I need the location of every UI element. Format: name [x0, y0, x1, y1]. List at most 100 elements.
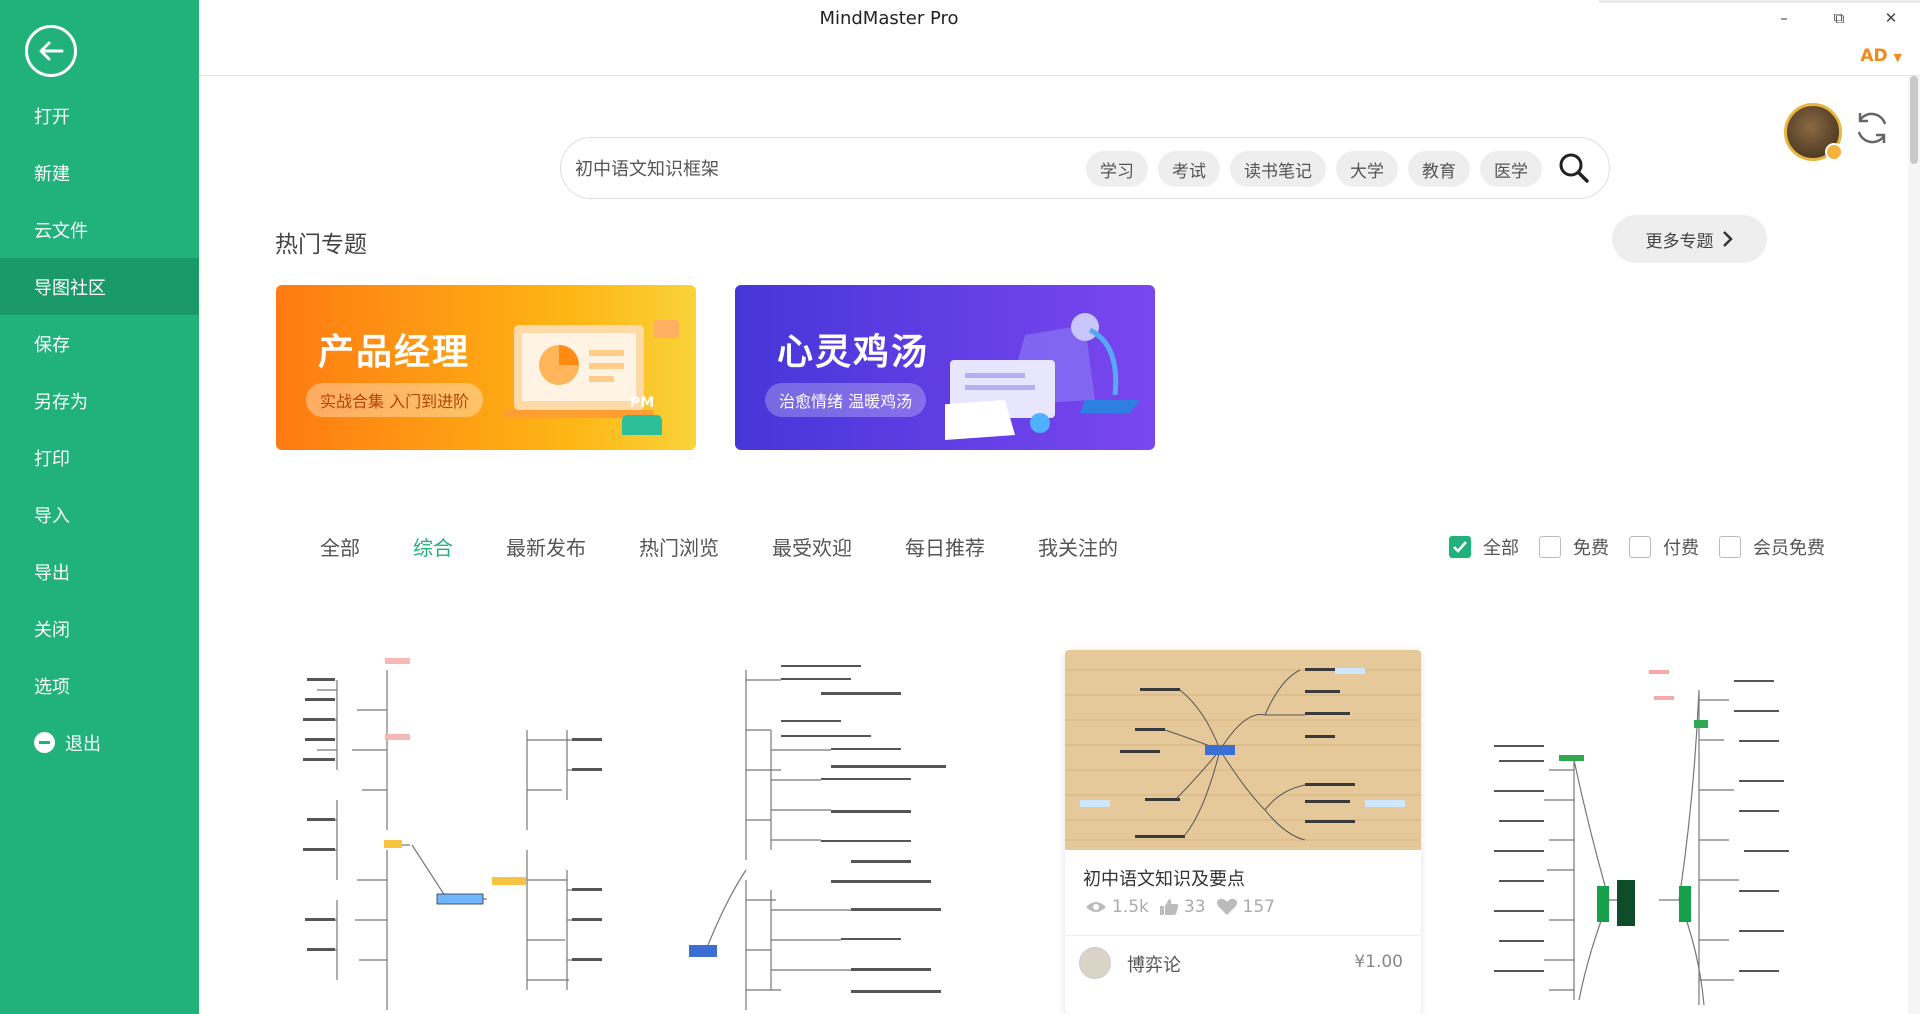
- search-tag[interactable]: 医学: [1480, 151, 1542, 187]
- mindmap-card[interactable]: [671, 650, 1027, 1014]
- more-topics-button[interactable]: 更多专题: [1612, 215, 1767, 263]
- tab-most-liked[interactable]: 最受欢迎: [772, 532, 852, 561]
- category-tabs: 全部 综合 最新发布 热门浏览 最受欢迎 每日推荐 我关注的: [320, 532, 1171, 561]
- banner-soul-soup[interactable]: 心灵鸡汤 治愈情绪 温暖鸡汤: [735, 285, 1155, 450]
- mindmap-card[interactable]: [277, 650, 633, 1014]
- mindmap-thumbnail: [1065, 650, 1421, 850]
- tab-comprehensive[interactable]: 综合: [413, 532, 453, 561]
- search-bar: 学习 考试 读书笔记 大学 教育 医学: [560, 137, 1610, 199]
- hot-topics-title: 热门专题: [275, 232, 367, 258]
- tab-all[interactable]: 全部: [320, 532, 360, 561]
- sidebar-item-label: 导入: [34, 505, 70, 527]
- tab-following[interactable]: 我关注的: [1038, 532, 1118, 561]
- user-avatar[interactable]: [1784, 103, 1843, 161]
- sidebar: 打开 新建 云文件 导图社区 保存 另存为 打印 导入 导出 关闭 选项 退出: [0, 0, 199, 1014]
- scroll-thumb[interactable]: [1910, 76, 1918, 164]
- mindmap-card[interactable]: 初中语文知识及要点 1.5k 33 157 博弈论 ¥1.00: [1065, 650, 1421, 1014]
- sync-icon[interactable]: [1852, 108, 1892, 148]
- sidebar-item-exit[interactable]: 退出: [0, 714, 199, 771]
- checkbox[interactable]: [1629, 536, 1651, 558]
- sidebar-item-label: 新建: [34, 163, 70, 185]
- filter-label: 付费: [1663, 538, 1699, 559]
- views-count: 1.5k: [1112, 897, 1149, 917]
- banner-title: 产品经理: [318, 332, 471, 373]
- popup-shadow: [1599, 0, 1920, 3]
- mindmap-thumbnail: [303, 658, 602, 1010]
- views-stat: 1.5k: [1085, 897, 1149, 917]
- title-bar: MindMaster Pro – ⧉ ✕ AD ▼: [199, 0, 1920, 76]
- search-icon[interactable]: [1557, 151, 1591, 185]
- close-button[interactable]: ✕: [1876, 6, 1906, 30]
- sidebar-item-save[interactable]: 保存: [0, 315, 199, 372]
- sidebar-item-save-as[interactable]: 另存为: [0, 372, 199, 429]
- sidebar-item-label: 选项: [34, 676, 70, 698]
- sidebar-item-print[interactable]: 打印: [0, 429, 199, 486]
- sidebar-item-community[interactable]: 导图社区: [0, 258, 199, 315]
- search-input[interactable]: [573, 151, 1073, 185]
- more-topics-label: 更多专题: [1645, 231, 1714, 252]
- search-tag[interactable]: 学习: [1086, 151, 1148, 187]
- sidebar-item-label: 关闭: [34, 619, 70, 641]
- restore-button[interactable]: ⧉: [1824, 6, 1854, 30]
- laptop-chart-illustration: [504, 320, 679, 435]
- vip-badge-icon: [1825, 143, 1843, 161]
- search-tag[interactable]: 考试: [1158, 151, 1220, 187]
- back-arrow-icon[interactable]: [25, 25, 77, 77]
- filter-label: 免费: [1573, 538, 1609, 559]
- sidebar-item-label: 云文件: [34, 220, 88, 242]
- search-tag[interactable]: 教育: [1408, 151, 1470, 187]
- filter-all[interactable]: 全部: [1449, 534, 1519, 560]
- mindmap-card[interactable]: [1459, 650, 1815, 1014]
- chevron-right-icon: [1722, 231, 1733, 247]
- mindmap-thumbnail: [689, 665, 946, 1010]
- search-tag[interactable]: 读书笔记: [1230, 151, 1326, 187]
- sidebar-item-label: 另存为: [34, 391, 88, 413]
- mindmap-thumbnail: [1494, 670, 1789, 1006]
- author-name[interactable]: 博弈论: [1127, 951, 1181, 977]
- sidebar-item-open[interactable]: 打开: [0, 87, 199, 144]
- sidebar-item-label: 导图社区: [34, 277, 106, 299]
- filter-label: 会员免费: [1753, 538, 1825, 559]
- exit-icon: [34, 732, 55, 753]
- sidebar-menu: 打开 新建 云文件 导图社区 保存 另存为 打印 导入 导出 关闭 选项 退出: [0, 87, 199, 771]
- app-title: MindMaster Pro: [819, 8, 959, 29]
- sidebar-item-options[interactable]: 选项: [0, 657, 199, 714]
- sidebar-item-import[interactable]: 导入: [0, 486, 199, 543]
- filter-free[interactable]: 免费: [1539, 534, 1609, 560]
- check-icon: [1453, 541, 1467, 553]
- banner-product-manager[interactable]: 产品经理 实战合集 入门到进阶 PM: [276, 285, 696, 450]
- author-avatar[interactable]: [1079, 947, 1111, 979]
- filter-paid[interactable]: 付费: [1629, 534, 1699, 560]
- banner-title: 心灵鸡汤: [777, 332, 930, 373]
- sidebar-item-export[interactable]: 导出: [0, 543, 199, 600]
- sidebar-item-label: 退出: [65, 733, 101, 755]
- price-filters: 全部 免费 付费 会员免费: [1449, 534, 1845, 560]
- checkbox-checked[interactable]: [1449, 536, 1471, 558]
- sidebar-item-new[interactable]: 新建: [0, 144, 199, 201]
- thumbs-up-icon: [1159, 899, 1179, 915]
- eye-icon: [1086, 902, 1106, 912]
- card-stats: 1.5k 33 157: [1085, 897, 1275, 917]
- search-tag[interactable]: 大学: [1336, 151, 1398, 187]
- scrollbar[interactable]: [1908, 76, 1920, 1014]
- sidebar-item-close[interactable]: 关闭: [0, 600, 199, 657]
- tab-popular[interactable]: 热门浏览: [639, 532, 719, 561]
- sidebar-item-cloud-files[interactable]: 云文件: [0, 201, 199, 258]
- filter-label: 全部: [1483, 538, 1519, 559]
- tab-daily-picks[interactable]: 每日推荐: [905, 532, 985, 561]
- tab-latest[interactable]: 最新发布: [506, 532, 586, 561]
- favorites-stat: 157: [1216, 897, 1275, 917]
- price-label: ¥1.00: [1354, 952, 1403, 972]
- account-menu[interactable]: AD ▼: [1860, 46, 1902, 66]
- card-divider: [1065, 935, 1421, 936]
- pm-badge: PM: [630, 395, 655, 411]
- search-tags: 学习 考试 读书笔记 大学 教育 医学: [1086, 151, 1542, 187]
- checkbox[interactable]: [1539, 536, 1561, 558]
- minimize-button[interactable]: –: [1769, 6, 1799, 30]
- banner-subtitle: 治愈情绪 温暖鸡汤: [765, 383, 927, 417]
- sidebar-item-label: 导出: [34, 562, 70, 584]
- favorites-count: 157: [1242, 897, 1275, 917]
- checkbox[interactable]: [1719, 536, 1741, 558]
- likes-count: 33: [1183, 897, 1206, 917]
- filter-member-free[interactable]: 会员免费: [1719, 534, 1825, 560]
